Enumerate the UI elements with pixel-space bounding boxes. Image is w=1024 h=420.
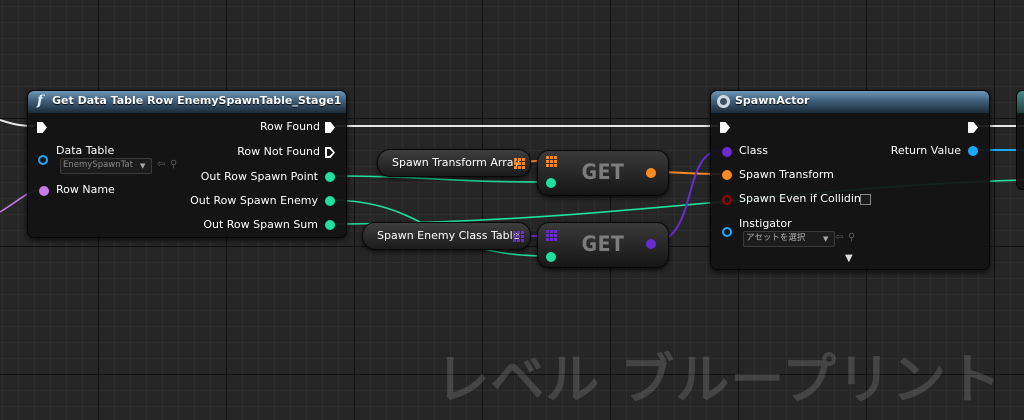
watermark: レベル ブループリント [435,348,1002,411]
get-data-table-row-node[interactable]: f Get Data Table Row EnemySpawnTable_Sta… [27,90,347,238]
spawn-transform-label: Spawn Transform [739,168,834,181]
spawn-transform-pin[interactable] [722,170,732,180]
out-spawn-enemy-label: Out Row Spawn Enemy [190,194,318,207]
arrow-left-icon[interactable]: ⇦ [157,159,165,170]
return-value-label: Return Value [890,144,961,157]
get-class-node[interactable]: GET [537,222,669,268]
exec-out-pin[interactable] [968,122,978,133]
spawn-transform-array-node[interactable]: Spawn Transform Array [377,149,531,177]
row-not-found-exec-pin[interactable] [325,147,335,158]
exec-in-pin[interactable] [37,122,47,133]
out-spawn-point-pin[interactable] [325,172,335,182]
row-name-pin[interactable] [39,186,49,196]
arrow-left-icon[interactable]: ⇦ [835,232,843,243]
spawn-even-label: Spawn Even if Colliding [739,192,868,205]
spawn-enemy-class-table-label: Spawn Enemy Class Table [377,229,520,242]
node-header[interactable] [1017,91,1024,113]
out-spawn-sum-label: Out Row Spawn Sum [203,218,318,231]
magnifier-icon[interactable]: ⚲ [848,232,855,243]
index-input-pin[interactable] [546,252,556,262]
spawn-even-checkbox[interactable] [860,194,871,205]
blueprint-graph[interactable]: f Get Data Table Row EnemySpawnTable_Sta… [0,0,1024,420]
data-table-label: Data Table [56,144,115,157]
out-spawn-enemy-pin[interactable] [325,196,335,206]
return-value-pin[interactable] [968,146,978,156]
out-spawn-point-label: Out Row Spawn Point [200,170,318,183]
expand-arrow-icon[interactable]: ▼ [845,253,853,264]
offscreen-node[interactable] [1016,90,1024,190]
spawn-even-pin[interactable] [722,195,732,205]
class-pin[interactable] [722,147,732,157]
data-table-pin[interactable] [38,155,48,165]
array-grid-icon[interactable] [513,231,524,242]
chevron-down-icon[interactable]: ▼ [823,235,828,243]
chevron-down-icon[interactable]: ▼ [140,162,145,170]
row-name-label: Row Name [56,183,115,196]
get-transform-node[interactable]: GET [537,150,669,196]
spawn-transform-array-label: Spawn Transform Array [392,156,521,169]
out-spawn-sum-pin[interactable] [325,220,335,230]
data-table-value: EnemySpawnTat [63,160,133,170]
class-label: Class [739,144,768,157]
row-not-found-label: Row Not Found [237,145,320,158]
function-icon: f [37,93,44,109]
array-grid-icon[interactable] [546,230,557,241]
index-input-pin[interactable] [546,178,556,188]
instigator-pin[interactable] [722,227,732,237]
instigator-value: アセットを選択 [746,233,806,243]
row-found-label: Row Found [260,120,320,133]
data-table-combo[interactable]: EnemySpawnTat [60,158,152,174]
instigator-label: Instigator [739,217,792,230]
array-grid-icon[interactable] [514,158,525,169]
spawn-actor-node[interactable]: SpawnActor Class Return Value Spawn Tran… [710,90,990,270]
class-output-pin[interactable] [646,239,656,249]
node-title: SpawnActor [735,94,810,107]
magnifier-icon[interactable]: ⚲ [170,159,177,170]
row-found-exec-pin[interactable] [325,122,335,133]
array-grid-icon[interactable] [546,156,557,167]
spawn-actor-icon [717,95,730,108]
spawn-enemy-class-table-node[interactable]: Spawn Enemy Class Table [362,222,531,250]
instigator-combo[interactable]: アセットを選択 [743,231,835,247]
exec-in-pin[interactable] [720,122,730,133]
transform-output-pin[interactable] [646,168,656,178]
node-title: Get Data Table Row EnemySpawnTable_Stage… [52,94,342,107]
